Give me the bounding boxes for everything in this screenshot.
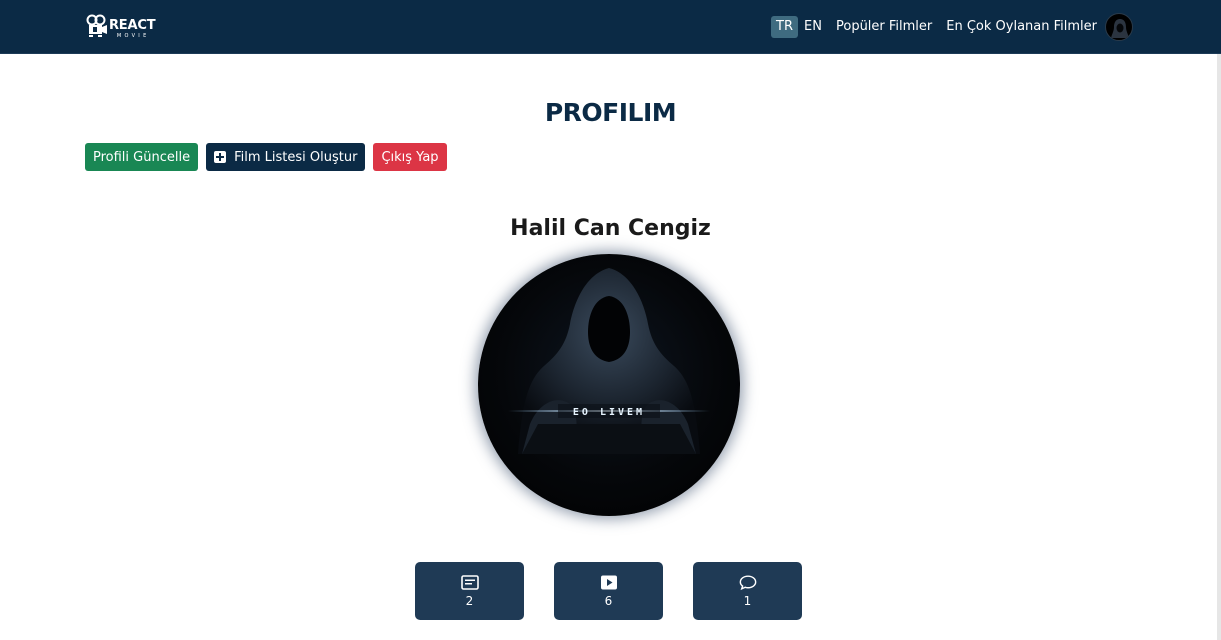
update-profile-button[interactable]: Profili Güncelle <box>85 143 199 171</box>
user-avatar-menu[interactable] <box>1105 13 1133 41</box>
nav-link-popular-movies[interactable]: Popüler Filmler <box>836 19 932 35</box>
stat-comments-button[interactable]: 1 <box>693 562 802 620</box>
brand-subtitle: MOVIE <box>116 33 150 39</box>
stat-lists-count: 2 <box>465 593 474 608</box>
nav-link-top-rated-movies[interactable]: En Çok Oylanan Filmler <box>946 19 1097 35</box>
stat-watched-count: 6 <box>604 593 613 608</box>
stat-comments-count: 1 <box>743 593 752 608</box>
page-title: PROFILIM <box>544 98 677 127</box>
brand-logo[interactable]: REACT MOVIE <box>86 14 156 40</box>
profile-username: Halil Can Cengiz <box>510 216 711 241</box>
profile-avatar: EO LIVEM <box>478 254 740 516</box>
brand-title: REACT <box>109 18 156 33</box>
language-en-button[interactable]: EN <box>799 16 827 38</box>
logout-button[interactable]: Çıkış Yap <box>373 143 447 171</box>
create-movie-list-label: Film Listesi Oluştur <box>234 149 358 165</box>
list-icon <box>460 575 479 591</box>
create-movie-list-button[interactable]: Film Listesi Oluştur <box>206 143 366 171</box>
profile-actions: Profili Güncelle Film Listesi Oluştur Çı… <box>85 143 455 171</box>
comment-icon <box>739 575 757 591</box>
plus-square-icon <box>214 151 227 163</box>
stat-lists-button[interactable]: 2 <box>415 562 524 620</box>
language-tr-button[interactable]: TR <box>771 16 799 38</box>
top-navbar: REACT MOVIE TR EN Popüler Filmler En Çok… <box>0 0 1221 54</box>
profile-stats: 2 6 1 <box>415 562 832 620</box>
play-icon <box>600 575 618 591</box>
navbar-menu: TR EN Popüler Filmler En Çok Oylanan Fil… <box>771 13 1133 41</box>
film-camera-icon <box>86 14 108 38</box>
page-scrollbar[interactable] <box>1217 54 1221 640</box>
stat-watched-button[interactable]: 6 <box>554 562 663 620</box>
avatar-caption: EO LIVEM <box>573 407 645 418</box>
